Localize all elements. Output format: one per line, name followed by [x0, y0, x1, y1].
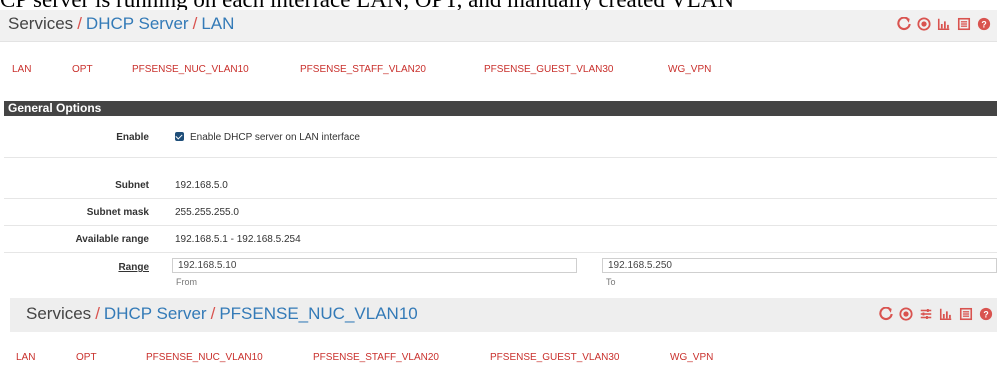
tab-pfsense-staff-vlan20[interactable]: PFSENSE_STAFF_VLAN20: [313, 352, 490, 363]
subnet-row: Subnet 192.168.5.0: [0, 174, 997, 200]
breadcrumb-current[interactable]: LAN: [201, 14, 234, 33]
row-divider: [4, 225, 997, 226]
breadcrumb-separator: /: [77, 14, 82, 33]
subnet-mask-value: 255.255.255.0: [175, 207, 239, 218]
help-icon[interactable]: ?: [977, 17, 991, 31]
tab-pfsense-guest-vlan30[interactable]: PFSENSE_GUEST_VLAN30: [490, 352, 670, 363]
row-divider: [4, 157, 997, 158]
list-icon[interactable]: [957, 17, 971, 31]
range-label: Range: [118, 262, 149, 273]
top-breadcrumb-bar: Services / DHCP Server / LAN ?: [0, 10, 997, 42]
breadcrumb-dhcp-server[interactable]: DHCP Server: [104, 304, 207, 323]
row-divider: [4, 252, 997, 253]
chart-icon[interactable]: [937, 17, 951, 31]
breadcrumb-current[interactable]: PFSENSE_NUC_VLAN10: [219, 304, 417, 323]
row-divider: [4, 198, 997, 199]
enable-label: Enable: [116, 132, 149, 143]
toolbar-icons: ?: [897, 17, 991, 31]
help-icon[interactable]: ?: [979, 307, 993, 321]
subnet-mask-row: Subnet mask 255.255.255.0: [0, 201, 997, 227]
tab-wg-vpn[interactable]: WG_VPN: [670, 352, 713, 363]
breadcrumb-services[interactable]: Services: [8, 14, 73, 33]
list-icon[interactable]: [959, 307, 973, 321]
refresh-icon[interactable]: [897, 17, 911, 31]
range-from-input[interactable]: 192.168.5.10: [172, 258, 577, 273]
section-header-general-options: General Options: [4, 101, 997, 116]
tab-wg-vpn[interactable]: WG_VPN: [668, 64, 711, 75]
top-interface-tabs: LAN OPT PFSENSE_NUC_VLAN10 PFSENSE_STAFF…: [12, 64, 997, 75]
tab-pfsense-staff-vlan20[interactable]: PFSENSE_STAFF_VLAN20: [300, 64, 484, 75]
tab-lan[interactable]: LAN: [12, 64, 72, 75]
subnet-label: Subnet: [115, 180, 149, 191]
range-to-caption: To: [606, 277, 616, 287]
chart-icon[interactable]: [939, 307, 953, 321]
sliders-icon[interactable]: [919, 307, 933, 321]
subnet-mask-label: Subnet mask: [86, 207, 149, 218]
tab-opt[interactable]: OPT: [76, 352, 146, 363]
tab-pfsense-nuc-vlan10[interactable]: PFSENSE_NUC_VLAN10: [132, 64, 300, 75]
range-row: Range 192.168.5.10 From 192.168.5.250 To: [0, 254, 997, 294]
range-from-caption: From: [176, 277, 197, 287]
toolbar-icons: ?: [879, 307, 993, 321]
breadcrumb-services[interactable]: Services: [26, 304, 91, 323]
refresh-icon[interactable]: [879, 307, 893, 321]
tab-pfsense-nuc-vlan10[interactable]: PFSENSE_NUC_VLAN10: [146, 352, 313, 363]
enable-row: Enable Enable DHCP server on LAN interfa…: [0, 126, 997, 152]
bottom-breadcrumb-bar: Services / DHCP Server / PFSENSE_NUC_VLAN10 …: [10, 298, 997, 332]
available-range-label: Available range: [75, 234, 149, 245]
stop-circle-icon[interactable]: [899, 307, 913, 321]
available-range-value: 192.168.5.1 - 192.168.5.254: [175, 234, 301, 245]
enable-checkbox-text: Enable DHCP server on LAN interface: [190, 132, 360, 143]
tab-opt[interactable]: OPT: [72, 64, 132, 75]
breadcrumb: Services / DHCP Server / LAN: [8, 14, 234, 34]
tab-lan[interactable]: LAN: [16, 352, 76, 363]
available-range-row: Available range 192.168.5.1 - 192.168.5.…: [0, 228, 997, 254]
tab-pfsense-guest-vlan30[interactable]: PFSENSE_GUEST_VLAN30: [484, 64, 668, 75]
breadcrumb: Services / DHCP Server / PFSENSE_NUC_VLAN10: [26, 304, 418, 324]
enable-checkbox[interactable]: [175, 132, 184, 141]
range-to-input[interactable]: 192.168.5.250: [602, 258, 997, 273]
enable-checkbox-wrap[interactable]: Enable DHCP server on LAN interface: [175, 132, 360, 143]
breadcrumb-separator: /: [192, 14, 198, 33]
svg-text:?: ?: [981, 20, 986, 30]
breadcrumb-separator: /: [210, 304, 216, 323]
breadcrumb-separator: /: [95, 304, 100, 323]
svg-text:?: ?: [983, 310, 988, 320]
subnet-value: 192.168.5.0: [175, 180, 228, 191]
breadcrumb-dhcp-server[interactable]: DHCP Server: [86, 14, 189, 33]
bottom-interface-tabs: LAN OPT PFSENSE_NUC_VLAN10 PFSENSE_STAFF…: [16, 352, 997, 363]
stop-circle-icon[interactable]: [917, 17, 931, 31]
